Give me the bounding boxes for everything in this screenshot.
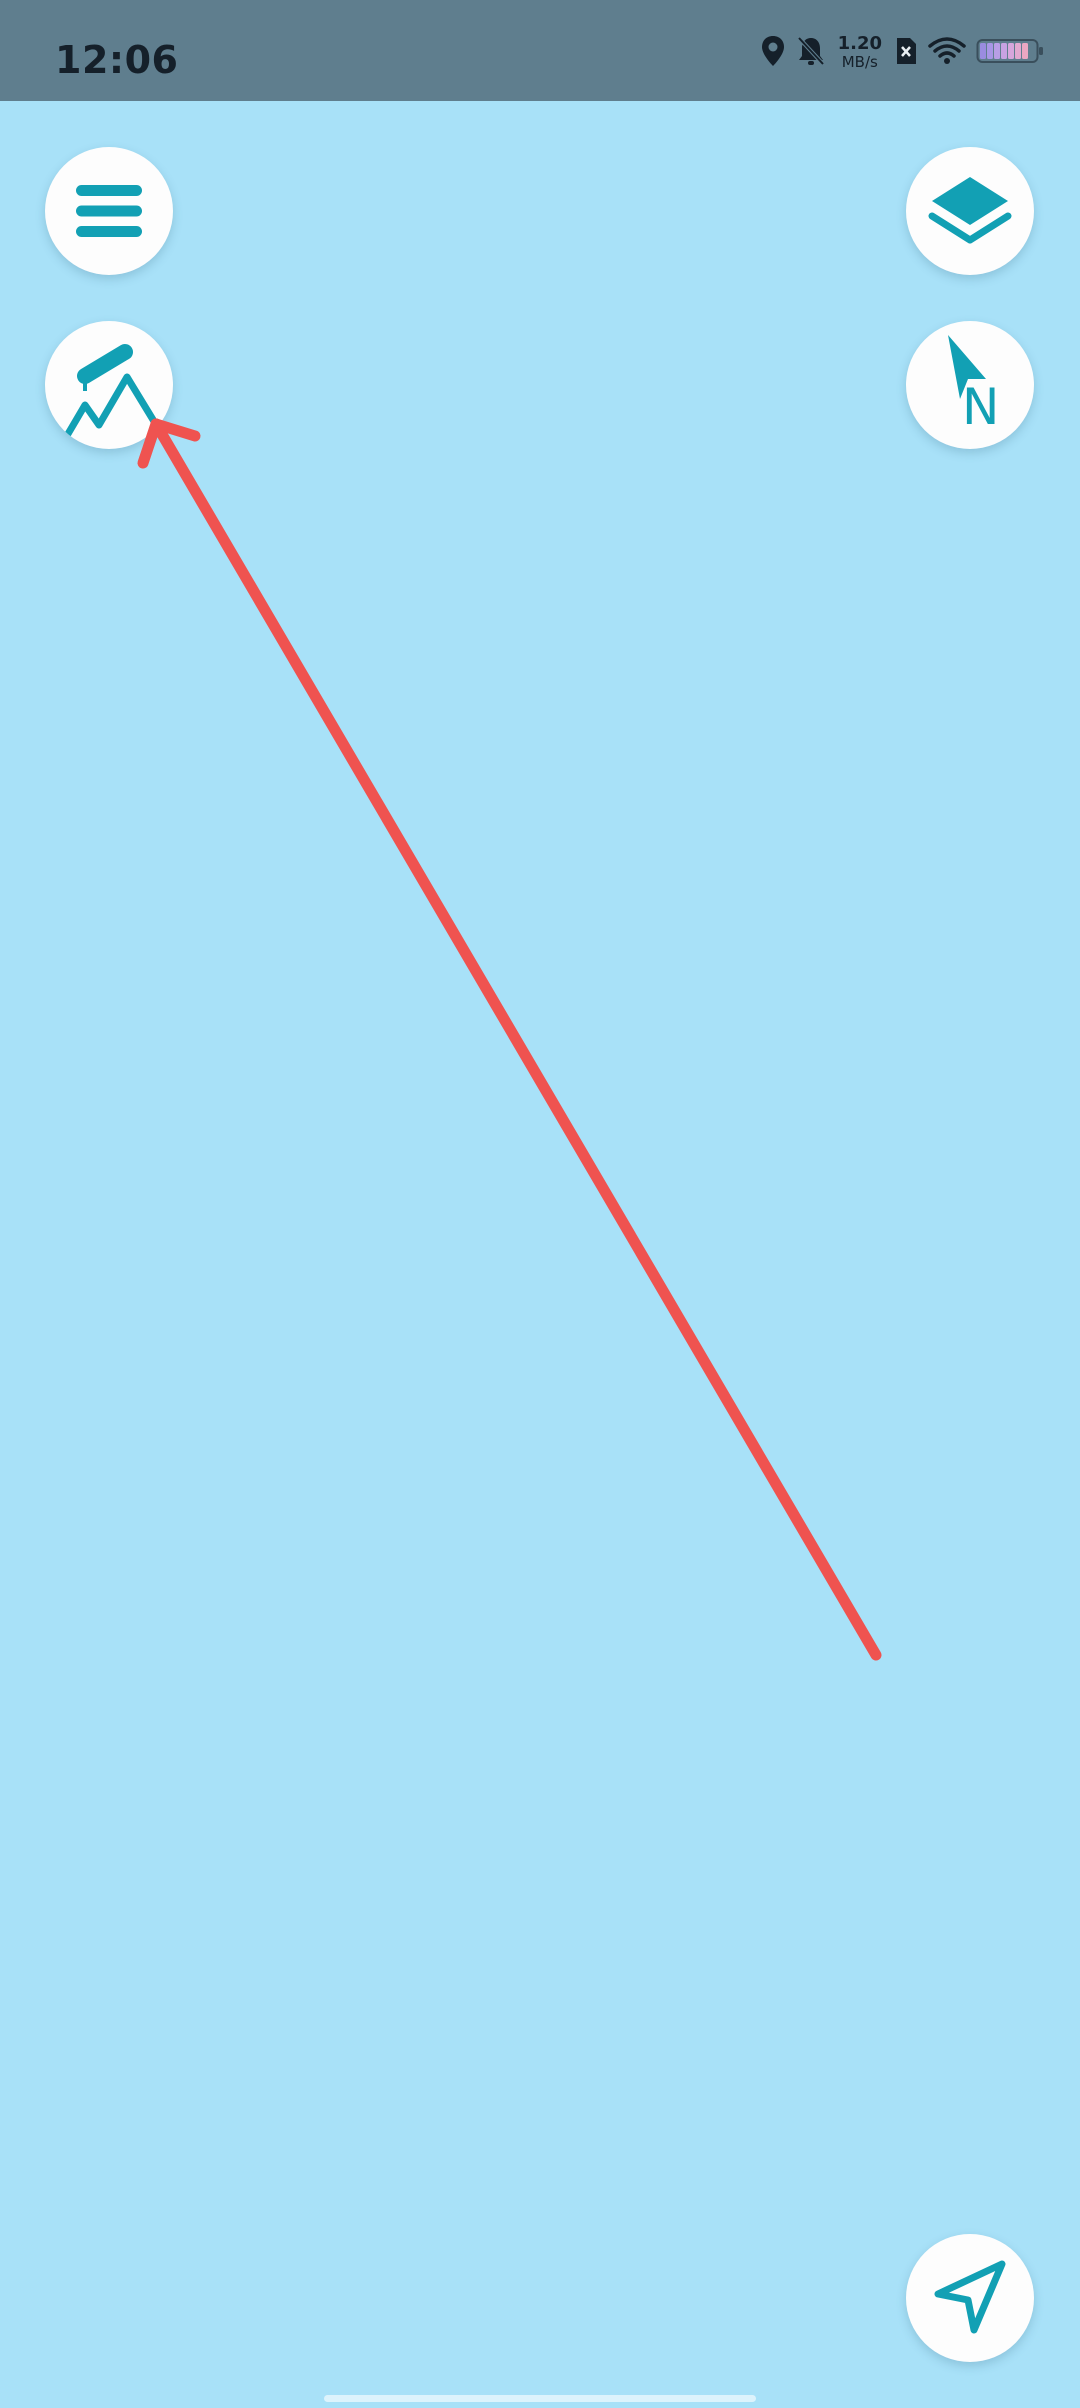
- my-location-button[interactable]: [906, 2234, 1034, 2362]
- map-screen[interactable]: 12:06 1.20 MB/s N: [0, 0, 1080, 2408]
- app-logo-button[interactable]: [45, 321, 173, 449]
- bell-muted-icon: [796, 35, 826, 72]
- compass-north-label: N: [962, 378, 1000, 436]
- location-icon: [760, 35, 786, 72]
- north-compass-icon: N: [906, 321, 1034, 449]
- compass-button[interactable]: N: [906, 321, 1034, 449]
- network-speed-unit: MB/s: [841, 53, 878, 71]
- home-indicator[interactable]: [324, 2395, 756, 2402]
- layers-icon: [927, 171, 1013, 251]
- mountain-cable-car-icon: [45, 321, 173, 449]
- battery-icon: [976, 36, 1044, 71]
- wifi-icon: [928, 36, 966, 71]
- network-speed: 1.20 MB/s: [838, 34, 882, 72]
- sim-x-icon: [894, 35, 918, 72]
- layers-button[interactable]: [906, 147, 1034, 275]
- navigation-arrow-icon: [930, 2258, 1010, 2338]
- status-time: 12:06: [55, 38, 179, 82]
- menu-button[interactable]: [45, 147, 173, 275]
- status-icons: 1.20 MB/s: [760, 28, 1044, 78]
- status-bar: 12:06 1.20 MB/s: [0, 0, 1080, 101]
- hamburger-menu-icon: [74, 181, 144, 241]
- network-speed-value: 1.20: [837, 33, 882, 54]
